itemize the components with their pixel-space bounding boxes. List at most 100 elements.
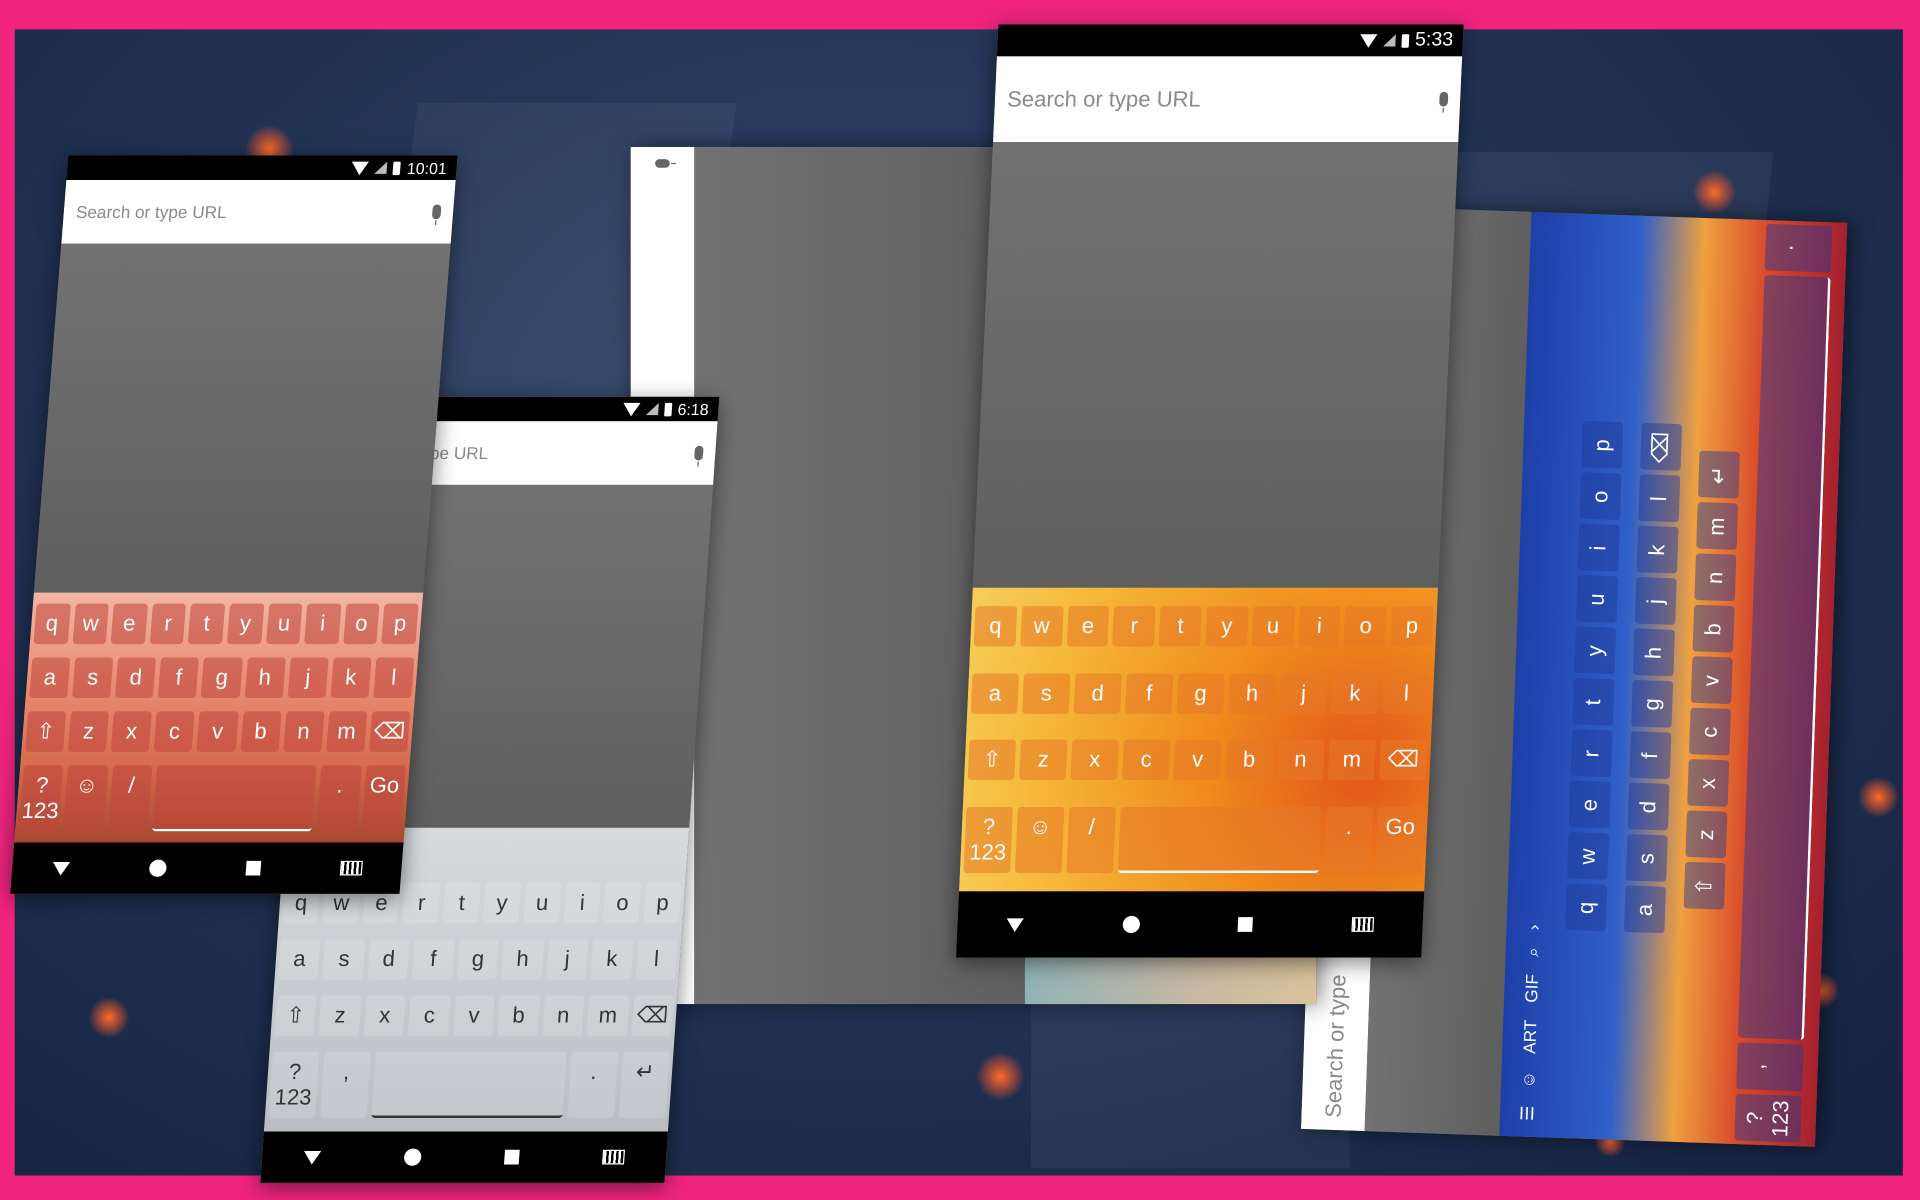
key[interactable]: s bbox=[1022, 673, 1071, 714]
key[interactable]: o bbox=[342, 604, 380, 645]
key[interactable]: s bbox=[322, 939, 366, 980]
key[interactable]: u bbox=[1575, 575, 1618, 624]
toolbar-icon[interactable]: ☰ bbox=[1516, 1105, 1537, 1121]
key[interactable]: n bbox=[1276, 740, 1325, 781]
key[interactable]: t bbox=[1158, 605, 1203, 647]
key[interactable]: k bbox=[330, 657, 372, 699]
key[interactable]: b bbox=[497, 995, 540, 1037]
key[interactable]: k bbox=[1636, 526, 1679, 575]
key[interactable]: q bbox=[1564, 883, 1607, 932]
key[interactable]: / bbox=[108, 764, 153, 831]
toolbar-icon[interactable]: ART bbox=[1519, 1019, 1541, 1054]
key[interactable]: m bbox=[325, 711, 368, 752]
key[interactable]: c bbox=[153, 711, 196, 752]
key[interactable]: t bbox=[1572, 678, 1615, 727]
key[interactable]: t bbox=[442, 882, 481, 924]
key[interactable]: l bbox=[1382, 673, 1431, 714]
key[interactable]: ⌫ bbox=[631, 995, 674, 1037]
search-bar[interactable]: Search or type URL bbox=[61, 180, 456, 244]
key[interactable]: o bbox=[1344, 605, 1388, 647]
mic-icon[interactable] bbox=[1439, 91, 1449, 107]
key[interactable]: z bbox=[318, 995, 362, 1037]
key[interactable]: x bbox=[110, 711, 153, 752]
mic-icon[interactable] bbox=[431, 204, 442, 220]
key[interactable]: a bbox=[1623, 886, 1666, 934]
recents-icon[interactable] bbox=[1237, 917, 1254, 932]
key[interactable]: ↵ bbox=[1698, 451, 1741, 500]
key[interactable]: j bbox=[1279, 673, 1328, 714]
mic-icon[interactable] bbox=[655, 159, 670, 168]
key[interactable]: . bbox=[1323, 807, 1374, 874]
key[interactable]: ⌫ bbox=[368, 711, 411, 752]
key[interactable]: y bbox=[1573, 626, 1616, 675]
key[interactable]: z bbox=[1019, 740, 1068, 781]
key[interactable]: i bbox=[304, 604, 342, 645]
key[interactable]: m bbox=[586, 995, 630, 1037]
key[interactable]: p bbox=[1390, 605, 1434, 647]
key[interactable]: ⇧ bbox=[1683, 862, 1726, 911]
key[interactable]: n bbox=[541, 995, 585, 1037]
key[interactable]: g bbox=[456, 939, 500, 980]
key[interactable]: z bbox=[67, 711, 110, 752]
key[interactable]: p bbox=[381, 604, 419, 645]
key[interactable]: o bbox=[1579, 472, 1622, 521]
key[interactable]: n bbox=[282, 711, 325, 752]
key[interactable]: ⇧ bbox=[274, 995, 317, 1037]
recents-icon[interactable] bbox=[244, 860, 261, 876]
key[interactable]: ⇧ bbox=[24, 711, 67, 752]
key[interactable]: x bbox=[1070, 740, 1119, 781]
key[interactable]: ⌫ bbox=[1379, 740, 1428, 781]
key[interactable]: k bbox=[590, 939, 634, 980]
key[interactable]: v bbox=[1690, 656, 1733, 705]
key[interactable]: j bbox=[287, 657, 329, 699]
toolbar-icon[interactable]: ☺ bbox=[1518, 1071, 1539, 1089]
key[interactable]: e bbox=[110, 604, 148, 645]
key[interactable]: w bbox=[1020, 605, 1064, 647]
key[interactable]: f bbox=[158, 657, 200, 699]
key[interactable]: l bbox=[1638, 474, 1681, 523]
key[interactable]: b bbox=[1692, 605, 1735, 654]
key[interactable]: j bbox=[1634, 577, 1677, 626]
key[interactable]: a bbox=[29, 657, 71, 699]
key[interactable]: y bbox=[226, 604, 264, 645]
key[interactable]: v bbox=[1173, 740, 1222, 781]
space-key[interactable] bbox=[371, 1052, 567, 1119]
key[interactable]: g bbox=[1631, 680, 1674, 729]
key[interactable]: l bbox=[373, 657, 415, 699]
key[interactable]: a bbox=[278, 939, 321, 980]
space-key[interactable] bbox=[152, 764, 317, 831]
keyboard-switch-icon[interactable] bbox=[601, 1149, 626, 1165]
key[interactable]: . bbox=[316, 764, 362, 831]
key[interactable]: u bbox=[1251, 605, 1295, 647]
back-icon[interactable] bbox=[51, 861, 70, 875]
key[interactable]: h bbox=[1227, 673, 1277, 714]
key[interactable]: f bbox=[412, 939, 455, 980]
key[interactable]: s bbox=[1625, 834, 1668, 883]
key[interactable]: ⇧ bbox=[967, 740, 1017, 781]
key[interactable]: u bbox=[523, 882, 562, 924]
key[interactable]: ?123 bbox=[268, 1052, 320, 1119]
home-icon[interactable] bbox=[148, 859, 167, 877]
key[interactable]: c bbox=[408, 995, 451, 1037]
key[interactable]: ☺ bbox=[1014, 807, 1065, 874]
key[interactable]: , bbox=[1736, 1042, 1805, 1092]
key[interactable]: ?123 bbox=[1734, 1093, 1803, 1143]
key[interactable]: ☺ bbox=[63, 764, 109, 831]
toolbar-icon[interactable]: GIF bbox=[1521, 974, 1543, 1003]
key[interactable]: . bbox=[1765, 223, 1833, 273]
key[interactable]: p bbox=[643, 882, 682, 924]
key[interactable]: d bbox=[115, 657, 157, 699]
key[interactable]: h bbox=[501, 939, 544, 980]
key[interactable]: h bbox=[1632, 629, 1675, 677]
key[interactable]: / bbox=[1066, 807, 1116, 874]
key[interactable]: x bbox=[363, 995, 407, 1037]
key[interactable]: f bbox=[1629, 731, 1672, 780]
key[interactable]: o bbox=[603, 882, 642, 924]
key[interactable]: d bbox=[1073, 673, 1122, 714]
key[interactable]: q bbox=[33, 604, 71, 645]
recents-icon[interactable] bbox=[504, 1149, 520, 1165]
back-icon[interactable] bbox=[303, 1150, 322, 1164]
key[interactable]: y bbox=[482, 882, 522, 924]
key[interactable]: ?123 bbox=[963, 807, 1014, 874]
back-icon[interactable] bbox=[1006, 917, 1025, 932]
